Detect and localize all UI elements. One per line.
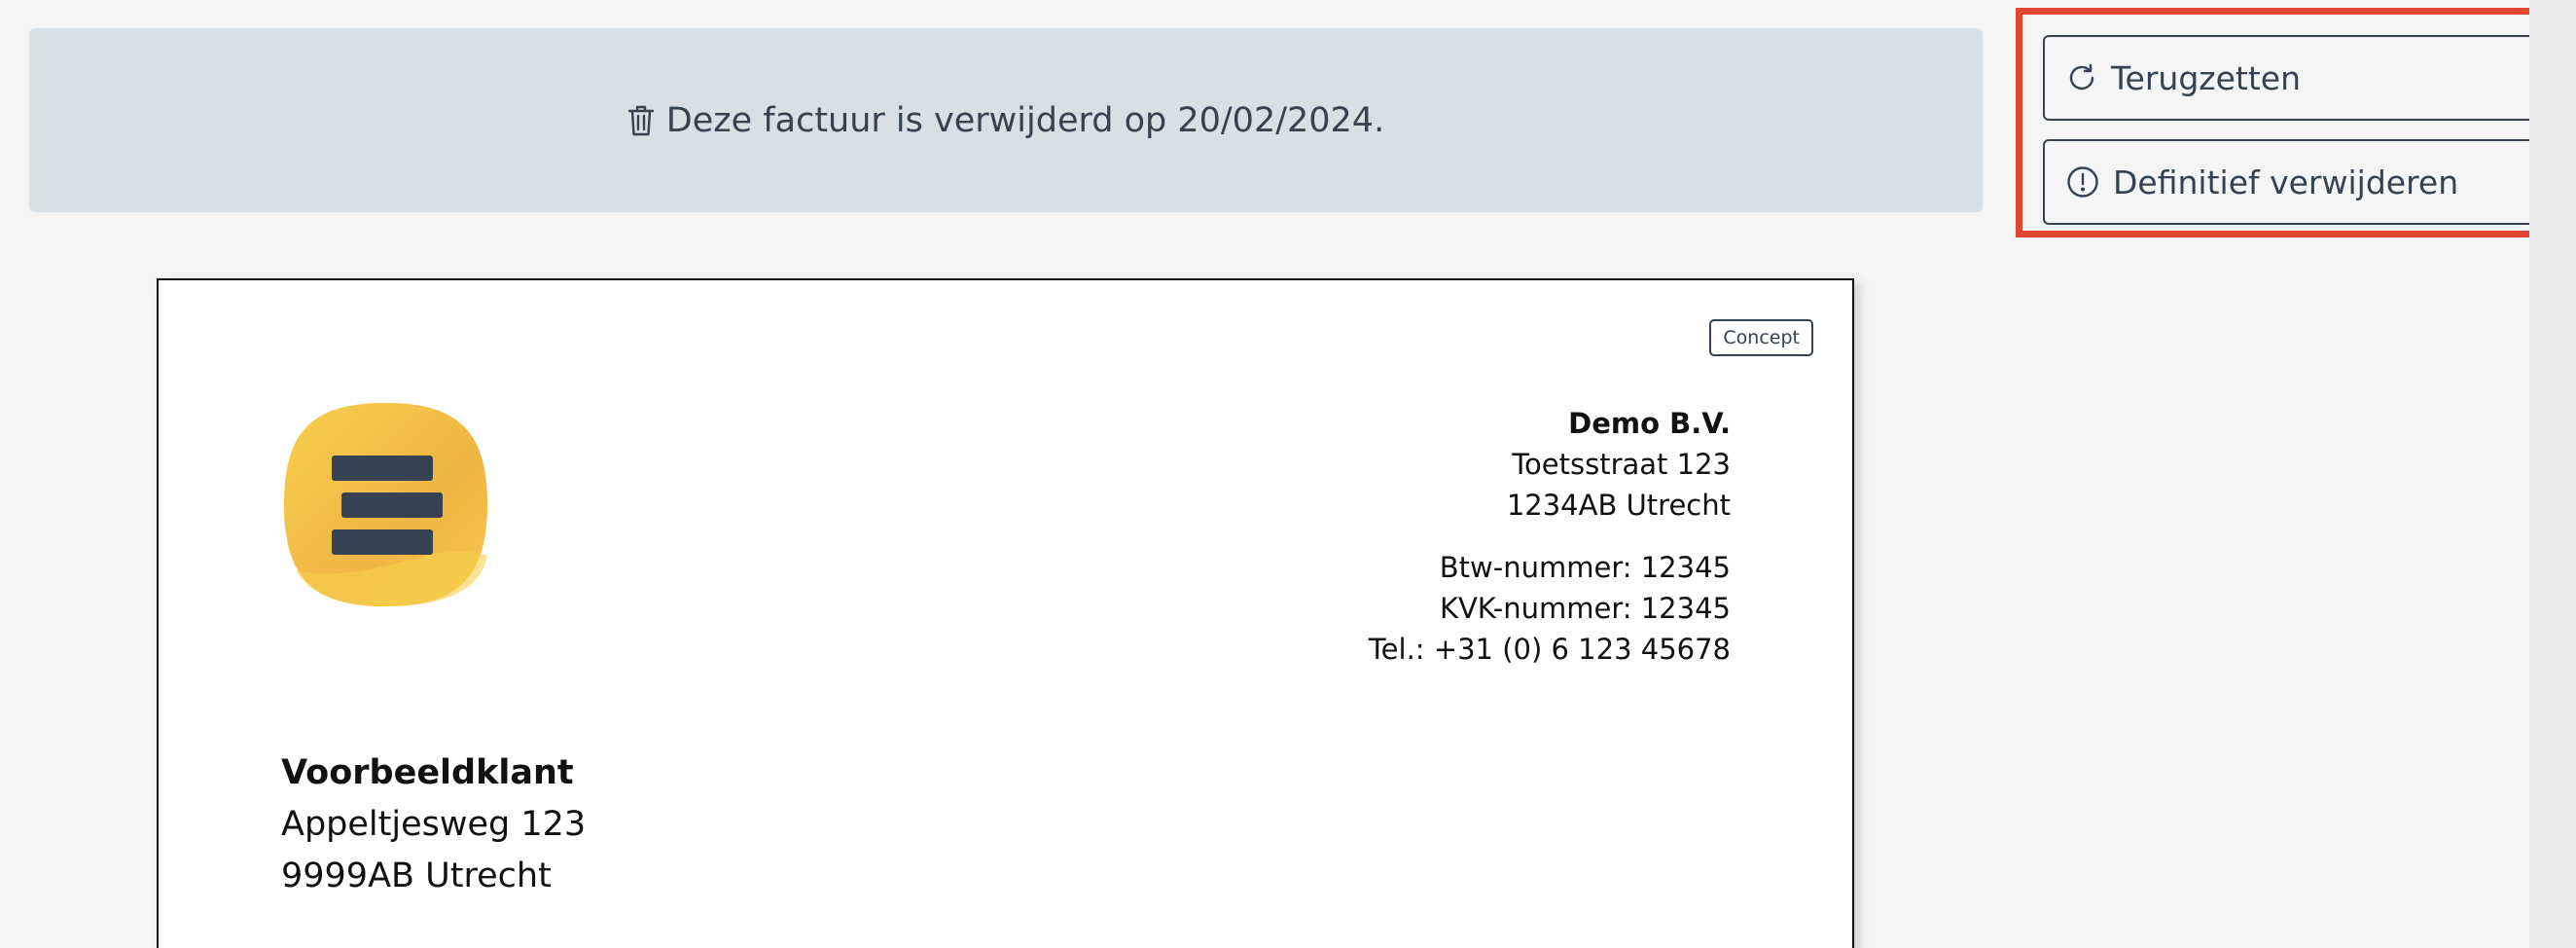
page: Deze factuur is verwijderd op 20/02/2024… xyxy=(0,0,2576,948)
client-name: Voorbeeldklant xyxy=(281,753,574,792)
company-vat: Btw-nummer: 12345 xyxy=(1439,551,1731,584)
alert-circle-icon xyxy=(2066,165,2099,199)
client-street: Appeltjesweg 123 xyxy=(281,805,587,844)
company-street: Toetsstraat 123 xyxy=(1512,448,1731,481)
company-spacer xyxy=(1369,526,1731,547)
company-logo xyxy=(281,400,490,609)
company-kvk: KVK-nummer: 12345 xyxy=(1439,592,1731,625)
permanent-delete-button[interactable]: Definitief verwijderen xyxy=(2043,139,2545,225)
deleted-banner: Deze factuur is verwijderd op 20/02/2024… xyxy=(29,28,1983,212)
status-badge: Concept xyxy=(1709,319,1813,356)
invoice-preview: Concept Demo B.V. Toetsstraat 123 1234AB… xyxy=(157,278,1854,948)
refresh-icon xyxy=(2066,62,2097,93)
company-name: Demo B.V. xyxy=(1568,407,1731,440)
action-panel: Terugzetten Definitief verwijderen xyxy=(2016,8,2560,237)
scroll-gutter xyxy=(2529,0,2576,948)
client-details: Voorbeeldklant Appeltjesweg 123 9999AB U… xyxy=(281,747,586,902)
company-city: 1234AB Utrecht xyxy=(1506,489,1731,522)
company-phone: Tel.: +31 (0) 6 123 45678 xyxy=(1368,633,1731,666)
restore-button-label: Terugzetten xyxy=(2111,58,2302,97)
trash-icon xyxy=(627,104,655,137)
company-details: Demo B.V. Toetsstraat 123 1234AB Utrecht… xyxy=(1369,403,1731,670)
banner-text: Deze factuur is verwijderd op 20/02/2024… xyxy=(665,100,1385,140)
restore-button[interactable]: Terugzetten xyxy=(2043,35,2545,121)
client-city: 9999AB Utrecht xyxy=(281,857,552,895)
permanent-delete-button-label: Definitief verwijderen xyxy=(2113,163,2459,201)
banner-content: Deze factuur is verwijderd op 20/02/2024… xyxy=(627,101,1384,140)
